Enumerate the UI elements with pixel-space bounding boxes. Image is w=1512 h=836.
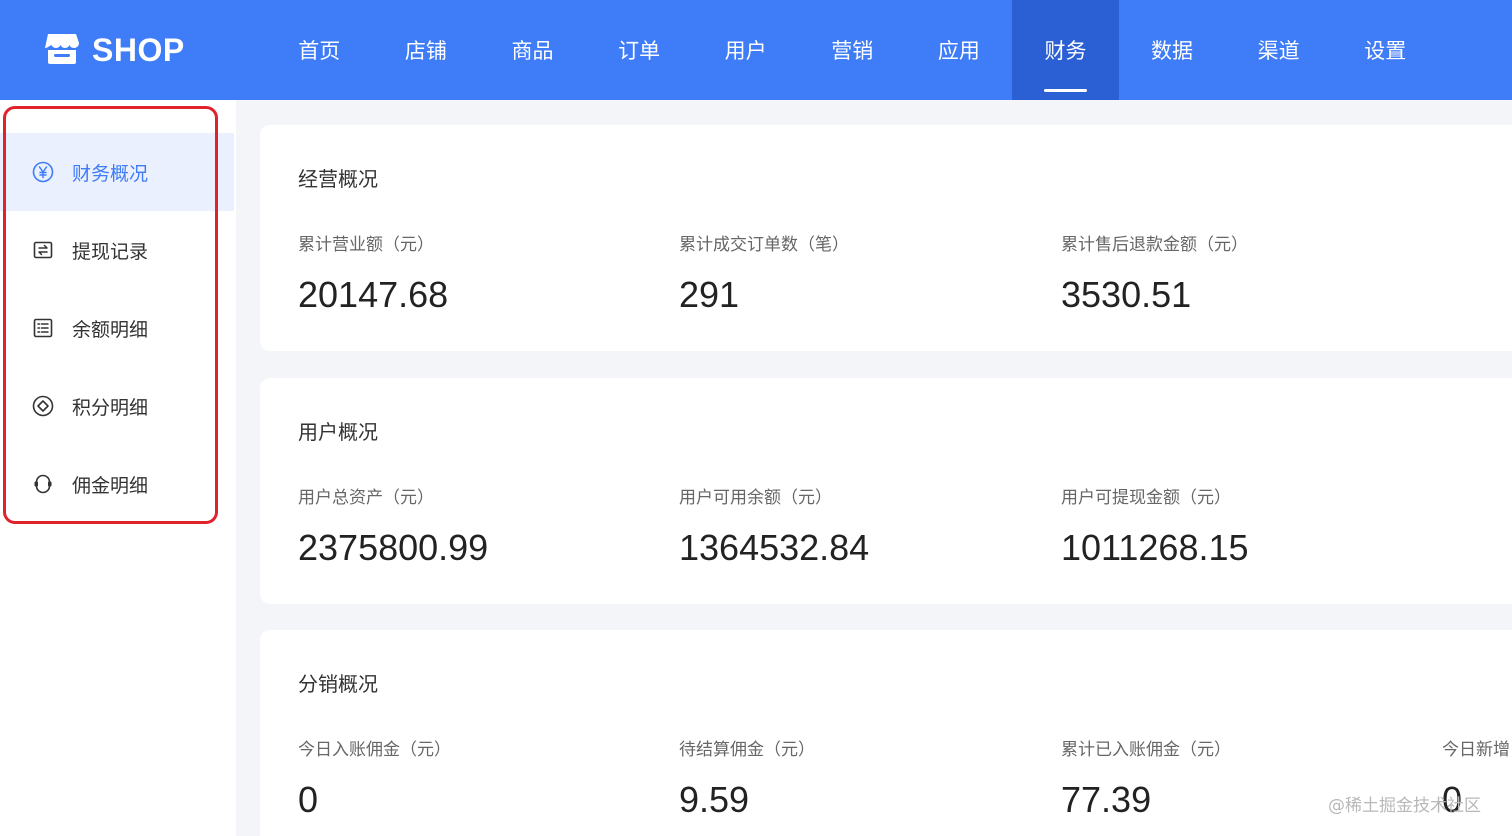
- sidebar-item-label: 佣金明细: [72, 474, 149, 497]
- nav-item-store[interactable]: 店铺: [373, 0, 480, 100]
- watermark: @稀土掘金技术社区: [1328, 796, 1481, 816]
- sidebar-item-withdrawals[interactable]: 提现记录: [0, 211, 234, 289]
- sidebar-item-commission-details[interactable]: 佣金明细: [0, 445, 234, 523]
- stat-value: 77.39: [1061, 779, 1152, 820]
- store-icon: [44, 30, 80, 70]
- stat-value: 9.59: [679, 779, 750, 820]
- nav-item-finance[interactable]: 财务: [1012, 0, 1119, 100]
- stat-user-withdrawable: 用户可提现金额（元） 1011268.15: [1061, 483, 1249, 569]
- sidebar-item-points-details[interactable]: 积分明细: [0, 367, 234, 445]
- nav-item-settings[interactable]: 设置: [1332, 0, 1439, 100]
- sidebar-item-finance-overview[interactable]: 财务概况: [0, 133, 234, 211]
- stat-user-total-assets: 用户总资产（元） 2375800.99: [298, 483, 488, 569]
- stat-pending-commission: 待结算佣金（元） 9.59: [679, 735, 815, 821]
- stat-total-orders: 累计成交订单数（笔） 291: [679, 230, 849, 316]
- top-navbar: SHOP 首页 店铺 商品 订单 用户 营销 应用 财务 数据 渠道 设置: [0, 0, 1512, 100]
- nav-item-apps[interactable]: 应用: [906, 0, 1013, 100]
- brand-logo[interactable]: SHOP: [44, 30, 266, 70]
- stat-label: 待结算佣金（元）: [679, 740, 815, 760]
- stat-total-commission: 累计已入账佣金（元） 77.39: [1061, 735, 1231, 821]
- main-nav: 首页 店铺 商品 订单 用户 营销 应用 财务 数据 渠道 设置: [266, 0, 1439, 100]
- sidebar-item-label: 提现记录: [72, 240, 149, 263]
- stat-label: 用户可用余额（元）: [679, 488, 832, 508]
- sidebar: 财务概况 提现记录 余额明细 积分明细 佣金明细: [0, 100, 236, 836]
- stat-label: 今日新增: [1442, 740, 1510, 760]
- card-title: 分销概况: [298, 672, 378, 696]
- stat-label: 今日入账佣金（元）: [298, 740, 451, 760]
- yen-circle-icon: [32, 161, 54, 183]
- nav-item-orders[interactable]: 订单: [586, 0, 693, 100]
- stat-total-revenue: 累计营业额（元） 20147.68: [298, 230, 448, 316]
- stat-value: 20147.68: [298, 274, 449, 315]
- sidebar-item-label: 财务概况: [72, 162, 149, 185]
- nav-item-channels[interactable]: 渠道: [1225, 0, 1332, 100]
- stat-value: 3530.51: [1061, 274, 1192, 315]
- nav-item-products[interactable]: 商品: [479, 0, 586, 100]
- list-icon: [32, 317, 54, 339]
- nav-item-data[interactable]: 数据: [1119, 0, 1226, 100]
- brand-name: SHOP: [92, 31, 185, 68]
- stat-label: 累计成交订单数（笔）: [679, 235, 849, 255]
- card-title: 经营概况: [298, 167, 378, 191]
- card-title: 用户概况: [298, 420, 378, 444]
- stat-value: 2375800.99: [298, 527, 489, 568]
- nav-item-home[interactable]: 首页: [266, 0, 373, 100]
- diamond-circle-icon: [32, 395, 54, 417]
- stat-value: 0: [298, 779, 319, 820]
- stat-user-available-balance: 用户可用余额（元） 1364532.84: [679, 483, 869, 569]
- stat-today-commission: 今日入账佣金（元） 0: [298, 735, 451, 821]
- stat-label: 累计营业额（元）: [298, 235, 434, 255]
- stat-label: 累计售后退款金额（元）: [1061, 235, 1248, 255]
- commission-icon: [32, 473, 54, 495]
- stat-label: 累计已入账佣金（元）: [1061, 740, 1231, 760]
- nav-item-users[interactable]: 用户: [692, 0, 799, 100]
- withdraw-icon: [32, 239, 54, 261]
- business-overview-card: 经营概况 累计营业额（元） 20147.68 累计成交订单数（笔） 291 累计…: [260, 125, 1512, 351]
- stat-value: 291: [679, 274, 740, 315]
- sidebar-item-balance-details[interactable]: 余额明细: [0, 289, 234, 367]
- distribution-overview-card: 分销概况 今日入账佣金（元） 0 待结算佣金（元） 9.59 累计已入账佣金（元…: [260, 630, 1512, 836]
- nav-item-marketing[interactable]: 营销: [799, 0, 906, 100]
- sidebar-item-label: 积分明细: [72, 396, 149, 419]
- stat-label: 用户可提现金额（元）: [1061, 488, 1231, 508]
- user-overview-card: 用户概况 用户总资产（元） 2375800.99 用户可用余额（元） 13645…: [260, 378, 1512, 604]
- sidebar-item-label: 余额明细: [72, 318, 149, 341]
- stat-value: 1011268.15: [1061, 527, 1249, 568]
- stat-value: 1364532.84: [679, 527, 870, 568]
- stat-label: 用户总资产（元）: [298, 488, 434, 508]
- stat-total-refunds: 累计售后退款金额（元） 3530.51: [1061, 230, 1248, 316]
